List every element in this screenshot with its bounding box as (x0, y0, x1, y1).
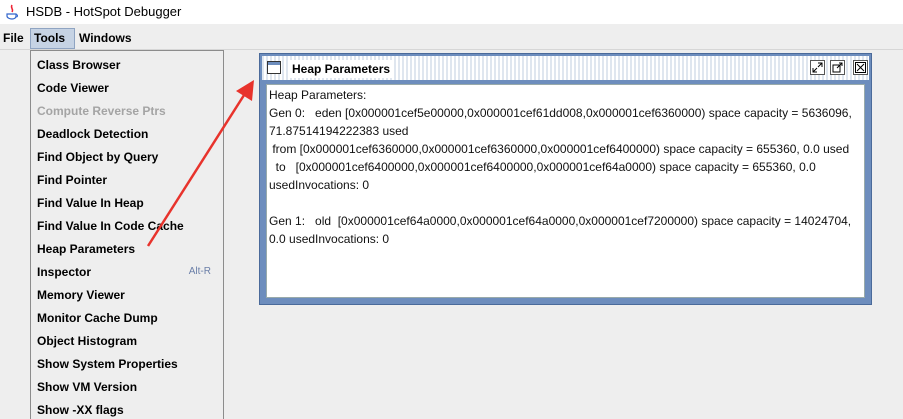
annotation-arrow-icon (146, 80, 254, 247)
